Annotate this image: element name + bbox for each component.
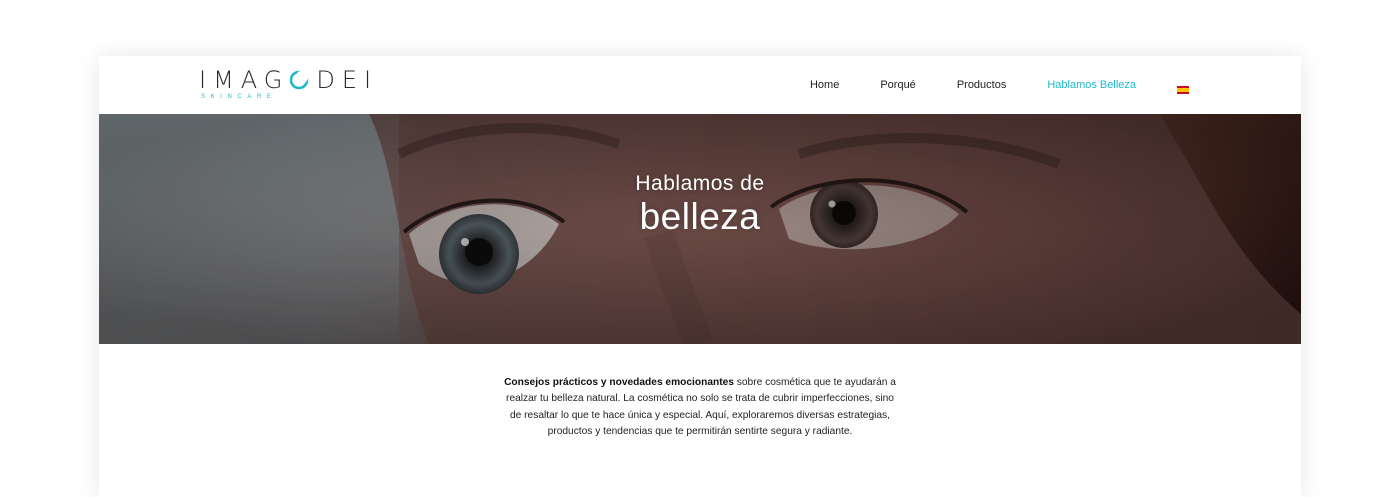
crescent-o-icon (290, 70, 309, 90)
hero-eyes-image (99, 114, 1301, 344)
nav-home[interactable]: Home (810, 79, 839, 91)
nav-porque[interactable]: Porqué (880, 79, 915, 91)
spain-flag-icon[interactable] (1177, 81, 1189, 94)
logo-text-start: IMAG (199, 66, 290, 94)
nav-hablamos-belleza[interactable]: Hablamos Belleza (1047, 79, 1136, 91)
brand-logo[interactable]: IMAG DEI SKINCARE (199, 67, 379, 103)
website-window: IMAG DEI SKINCARE Home Porqué Productos … (99, 56, 1301, 497)
logo-tagline: SKINCARE (201, 94, 277, 100)
hero-banner: Hablamos de belleza (99, 114, 1301, 344)
logo-wordmark: IMAG DEI (199, 67, 378, 93)
logo-text-end: DEI (316, 66, 379, 94)
site-header: IMAG DEI SKINCARE Home Porqué Productos … (99, 56, 1301, 114)
intro-bold-text: Consejos prácticos y novedades emocionan… (504, 377, 734, 388)
nav-productos[interactable]: Productos (957, 79, 1007, 91)
intro-paragraph: Consejos prácticos y novedades emocionan… (500, 375, 900, 441)
main-nav: Home Porqué Productos Hablamos Belleza (769, 56, 1189, 114)
